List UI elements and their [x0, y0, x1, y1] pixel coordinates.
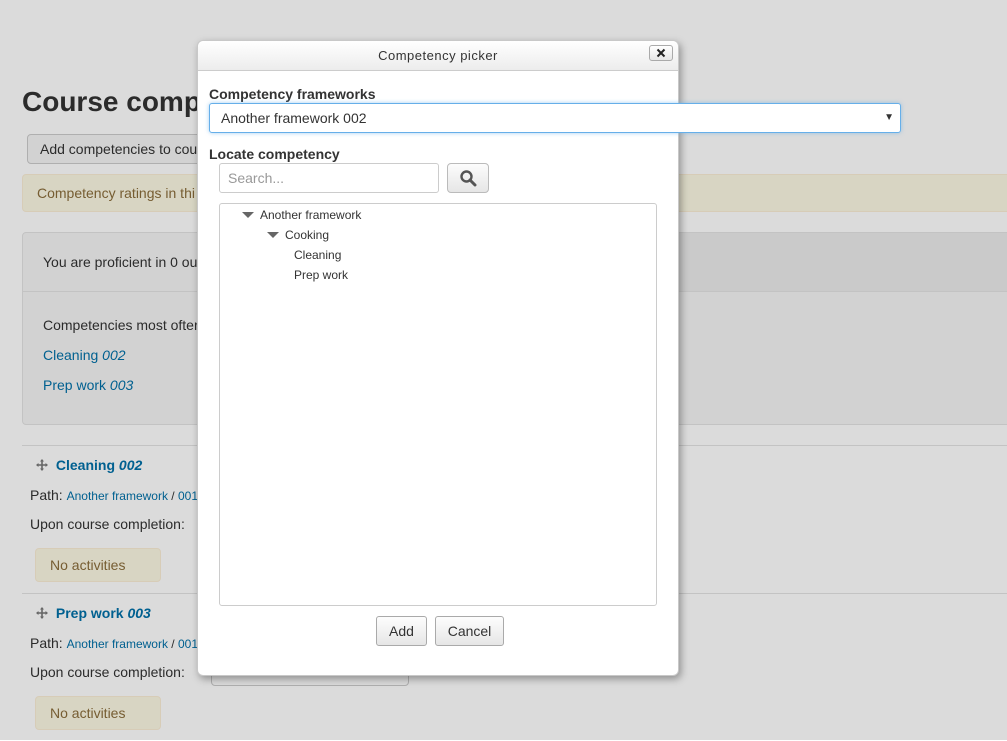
tree-node-root[interactable]: Another framework — [242, 208, 361, 222]
tree-node-cooking[interactable]: Cooking — [267, 228, 329, 242]
framework-selected-value: Another framework 002 — [221, 110, 367, 126]
dialog-title: Competency picker — [378, 48, 498, 63]
frameworks-label: Competency frameworks — [209, 86, 376, 102]
expand-triangle-icon[interactable] — [242, 212, 254, 218]
tree-node-label: Cooking — [285, 228, 330, 242]
tree-node-prep-work[interactable]: Prep work — [294, 268, 348, 282]
search-button[interactable] — [447, 163, 489, 193]
tree-node-cleaning[interactable]: Cleaning — [294, 248, 341, 262]
search-icon — [460, 170, 477, 187]
dropdown-arrow-icon: ▼ — [884, 112, 894, 123]
competency-picker-dialog: Competency picker Competency frameworks … — [197, 40, 901, 676]
cancel-button[interactable]: Cancel — [435, 616, 504, 646]
dialog-header[interactable]: Competency picker — [198, 41, 678, 71]
expand-triangle-icon[interactable] — [267, 232, 279, 238]
competency-tree: Another framework Cooking Cleaning Prep … — [219, 203, 657, 606]
tree-node-label: Another framework — [260, 208, 362, 222]
locate-label: Locate competency — [209, 146, 340, 162]
framework-select[interactable]: Another framework 002 ▼ — [209, 103, 901, 133]
close-icon — [656, 48, 666, 58]
close-button[interactable] — [649, 45, 673, 61]
add-button[interactable]: Add — [376, 616, 427, 646]
search-input[interactable] — [219, 163, 439, 193]
